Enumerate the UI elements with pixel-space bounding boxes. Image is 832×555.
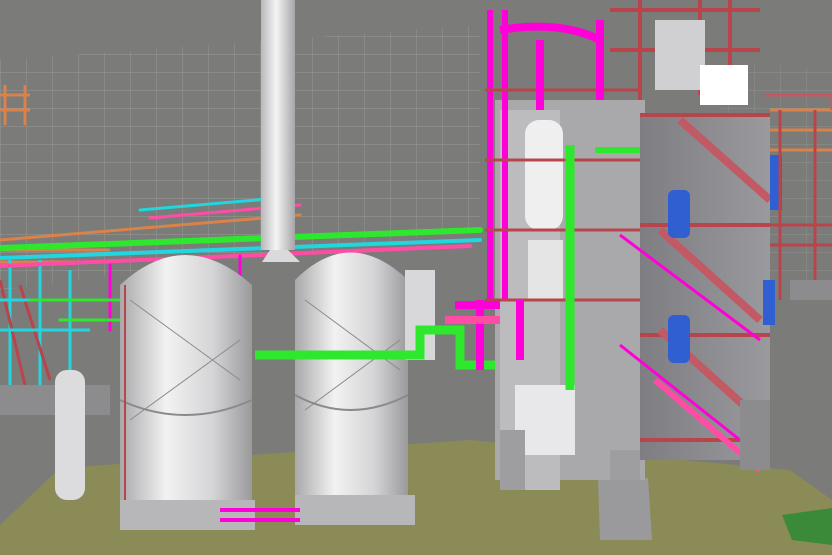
storage-tank-left <box>119 255 255 530</box>
small-vessel <box>55 370 85 500</box>
plant-3d-model-render <box>0 0 832 555</box>
exhaust-stack <box>261 0 300 262</box>
concrete-pad <box>598 478 652 540</box>
